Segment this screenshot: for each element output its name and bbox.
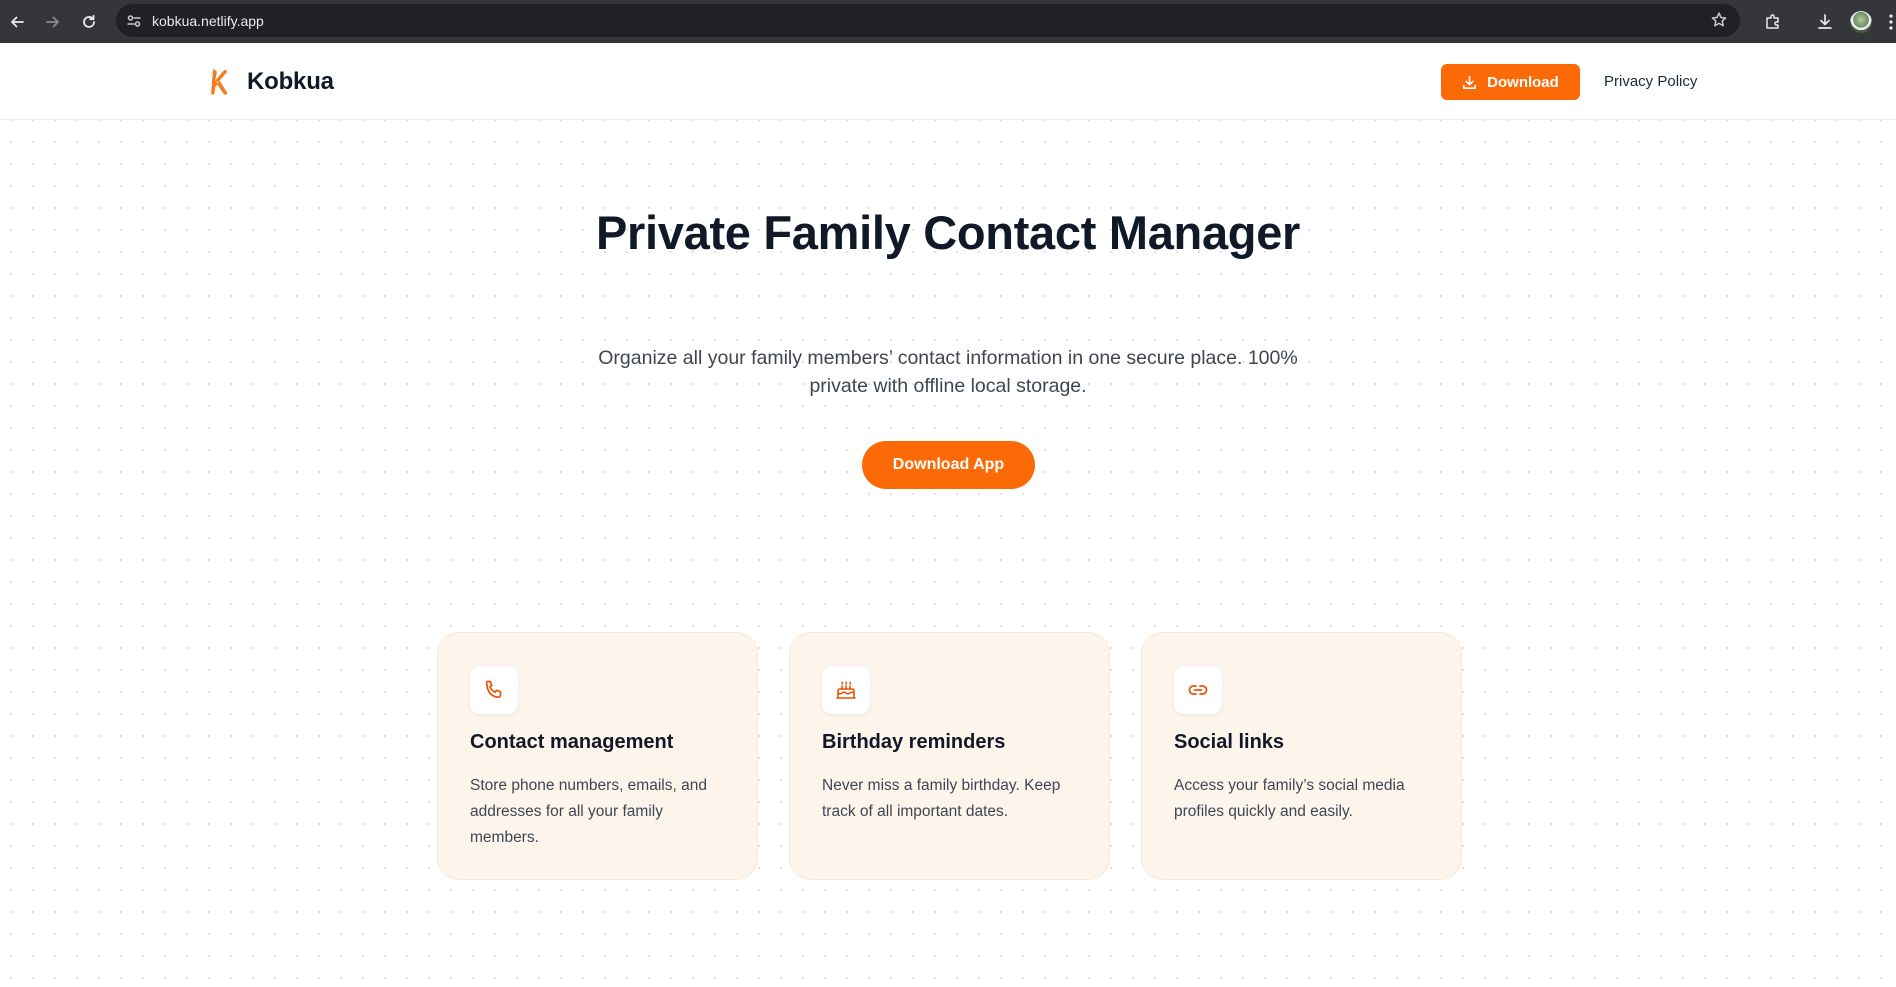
- page-content: Kobkua Download Privacy Policy Private F…: [0, 43, 1896, 987]
- download-app-button[interactable]: Download App: [862, 441, 1035, 489]
- browser-actions: [1762, 0, 1896, 43]
- kobkua-logo-icon: [209, 67, 231, 97]
- feature-description: Never miss a family birthday. Keep track…: [822, 777, 1061, 820]
- site-header: Kobkua Download Privacy Policy: [0, 43, 1896, 120]
- brand-name: Kobkua: [247, 68, 334, 95]
- extensions-icon[interactable]: [1762, 11, 1784, 33]
- url-text[interactable]: kobkua.netlify.app: [152, 13, 264, 29]
- back-arrow-icon[interactable]: [6, 11, 28, 33]
- hero-title: Private Family Contact Manager: [595, 206, 1301, 259]
- browser-toolbar: kobkua.netlify.app: [0, 0, 1896, 43]
- profile-avatar-icon[interactable]: [1850, 10, 1872, 33]
- feature-card-birthday-reminders: Birthday reminders Never miss a family b…: [789, 632, 1110, 880]
- privacy-policy-link[interactable]: Privacy Policy: [1604, 73, 1697, 90]
- feature-title: Contact management: [470, 731, 674, 753]
- link-icon: [1174, 666, 1222, 714]
- site-info-icon[interactable]: [126, 13, 142, 29]
- brand-link[interactable]: Kobkua: [209, 67, 334, 97]
- reload-icon[interactable]: [78, 11, 100, 33]
- feature-description: Access your family’s social media profil…: [1174, 777, 1405, 820]
- avatar[interactable]: [1850, 10, 1872, 33]
- address-bar[interactable]: kobkua.netlify.app: [116, 4, 1740, 37]
- phone-icon: [470, 666, 518, 714]
- forward-arrow-icon[interactable]: [42, 11, 64, 33]
- download-icon: [1462, 75, 1477, 90]
- header-download-button[interactable]: Download: [1441, 64, 1580, 100]
- menu-dots-icon[interactable]: [1886, 11, 1896, 33]
- hero-subtitle: Organize all your family members’ contac…: [598, 347, 1298, 397]
- feature-title: Birthday reminders: [822, 731, 1006, 753]
- feature-card-social-links: Social links Access your family’s social…: [1141, 632, 1462, 880]
- feature-description: Store phone numbers, emails, and address…: [470, 777, 707, 846]
- feature-card-contact-management: Contact management Store phone numbers, …: [437, 632, 758, 880]
- bookmark-star-icon[interactable]: [1710, 11, 1728, 29]
- cake-icon: [822, 666, 870, 714]
- header-download-label: Download: [1487, 73, 1559, 91]
- feature-title: Social links: [1174, 731, 1285, 753]
- downloads-icon[interactable]: [1814, 11, 1836, 33]
